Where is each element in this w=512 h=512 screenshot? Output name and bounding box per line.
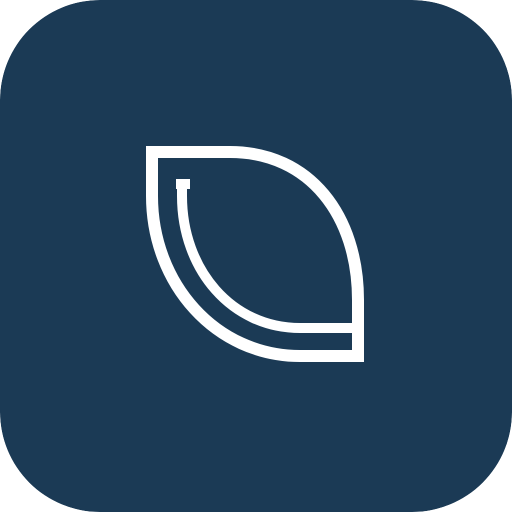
app-icon-svg bbox=[0, 0, 512, 512]
app-icon-tile[interactable] bbox=[0, 0, 512, 512]
app-icon-canvas bbox=[0, 0, 512, 512]
app-icon-background bbox=[0, 0, 512, 512]
